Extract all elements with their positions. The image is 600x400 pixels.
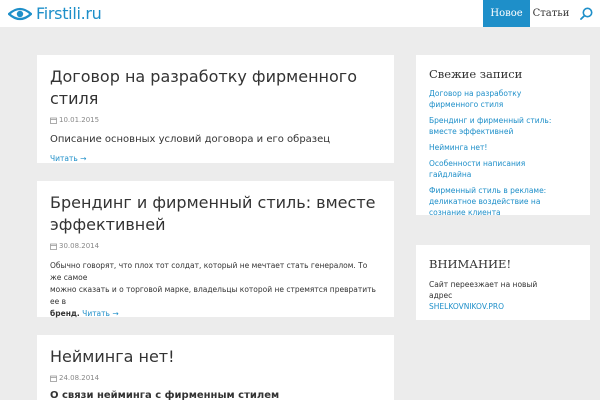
search-button[interactable] — [572, 0, 600, 27]
post-date-text: 24.08.2014 — [59, 374, 100, 382]
link-line: Особенности написания — [429, 159, 526, 168]
widget-title: Свежие записи — [429, 67, 523, 81]
excerpt-line: Обычно говорят, что плох тот солдат, кот… — [50, 261, 368, 282]
post-card: Договор на разработку фирменного стиля 1… — [37, 55, 394, 163]
nav-item-articles[interactable]: Статьи — [530, 0, 572, 27]
link-line: Договор на разработку — [429, 89, 522, 98]
post-excerpt: Описание основных условий договора и его… — [50, 134, 331, 145]
post-card: Нейминга нет! 24.08.2014 О связи нейминг… — [37, 335, 394, 400]
notice-line: адрес — [429, 291, 453, 300]
post-title[interactable]: Брендинг и фирменный стиль: вместе эффек… — [50, 192, 381, 236]
post-title[interactable]: Договор на разработку фирменного стиля — [50, 66, 381, 110]
link-line: Нейминга нет! — [429, 143, 488, 152]
calendar-icon — [50, 117, 57, 124]
post-title[interactable]: Нейминга нет! — [50, 346, 381, 368]
recent-posts-widget: Свежие записи Договор на разработку фирм… — [416, 55, 590, 218]
logo-text: Firstili.ru — [36, 4, 102, 23]
site-header: Firstili.ru Новое Статьи — [0, 0, 600, 27]
calendar-icon — [50, 243, 57, 250]
read-more-link[interactable]: Читать → — [82, 309, 118, 318]
calendar-icon — [50, 375, 57, 382]
read-more-link[interactable]: Читать → — [50, 154, 86, 163]
link-line: Фирменный стиль в рекламе: — [429, 186, 547, 195]
post-date: 10.01.2015 — [50, 115, 381, 125]
link-line: вместе эффективней — [429, 127, 514, 136]
post-card: Брендинг и фирменный стиль: вместе эффек… — [37, 181, 394, 320]
main-nav: Новое Статьи — [483, 0, 600, 27]
link-line: Брендинг и фирменный стиль: — [429, 116, 552, 125]
excerpt-line: можно сказать и о торговой марке, владел… — [50, 285, 376, 306]
link-line: фирменного стиля — [429, 100, 504, 109]
recent-post-link[interactable]: Фирменный стиль в рекламе: деликатное во… — [429, 185, 577, 218]
eye-logo-icon — [8, 7, 32, 20]
post-date-text: 30.08.2014 — [59, 242, 100, 250]
recent-post-link[interactable]: Особенности написания гайдлайна — [429, 158, 577, 180]
recent-post-link[interactable]: Договор на разработку фирменного стиля — [429, 88, 577, 110]
post-title-line: Брендинг и фирменный стиль: вместе — [50, 193, 376, 212]
link-line: деликатное воздействие на — [429, 197, 541, 206]
link-line: гайдлайна — [429, 170, 472, 179]
post-excerpt: О связи нейминга с фирменным стилем — [50, 390, 280, 400]
nav-item-new[interactable]: Новое — [483, 0, 530, 27]
excerpt-bold: бренд. — [50, 309, 80, 318]
link-line: сознание клиента — [429, 208, 501, 217]
widget-title: ВНИМАНИЕ! — [429, 257, 512, 271]
recent-posts-list: Договор на разработку фирменного стиля Б… — [429, 88, 577, 218]
site-logo[interactable]: Firstili.ru — [8, 4, 102, 23]
post-excerpt: Обычно говорят, что плох тот солдат, кот… — [50, 260, 381, 320]
notice-line: Сайт переезжает на новый — [429, 280, 538, 289]
search-icon — [579, 7, 592, 20]
post-title-line: эффективней — [50, 215, 166, 234]
notice-widget: ВНИМАНИЕ! Сайт переезжает на новый адрес… — [416, 245, 590, 320]
recent-post-link[interactable]: Брендинг и фирменный стиль: вместе эффек… — [429, 115, 577, 137]
post-date: 24.08.2014 — [50, 373, 381, 383]
post-date: 30.08.2014 — [50, 241, 381, 251]
notice-text: Сайт переезжает на новый адрес SHELKOVNI… — [429, 279, 577, 312]
post-date-text: 10.01.2015 — [59, 116, 100, 124]
recent-post-link[interactable]: Нейминга нет! — [429, 142, 577, 153]
new-site-link[interactable]: SHELKOVNIKOV.PRO — [429, 302, 504, 311]
